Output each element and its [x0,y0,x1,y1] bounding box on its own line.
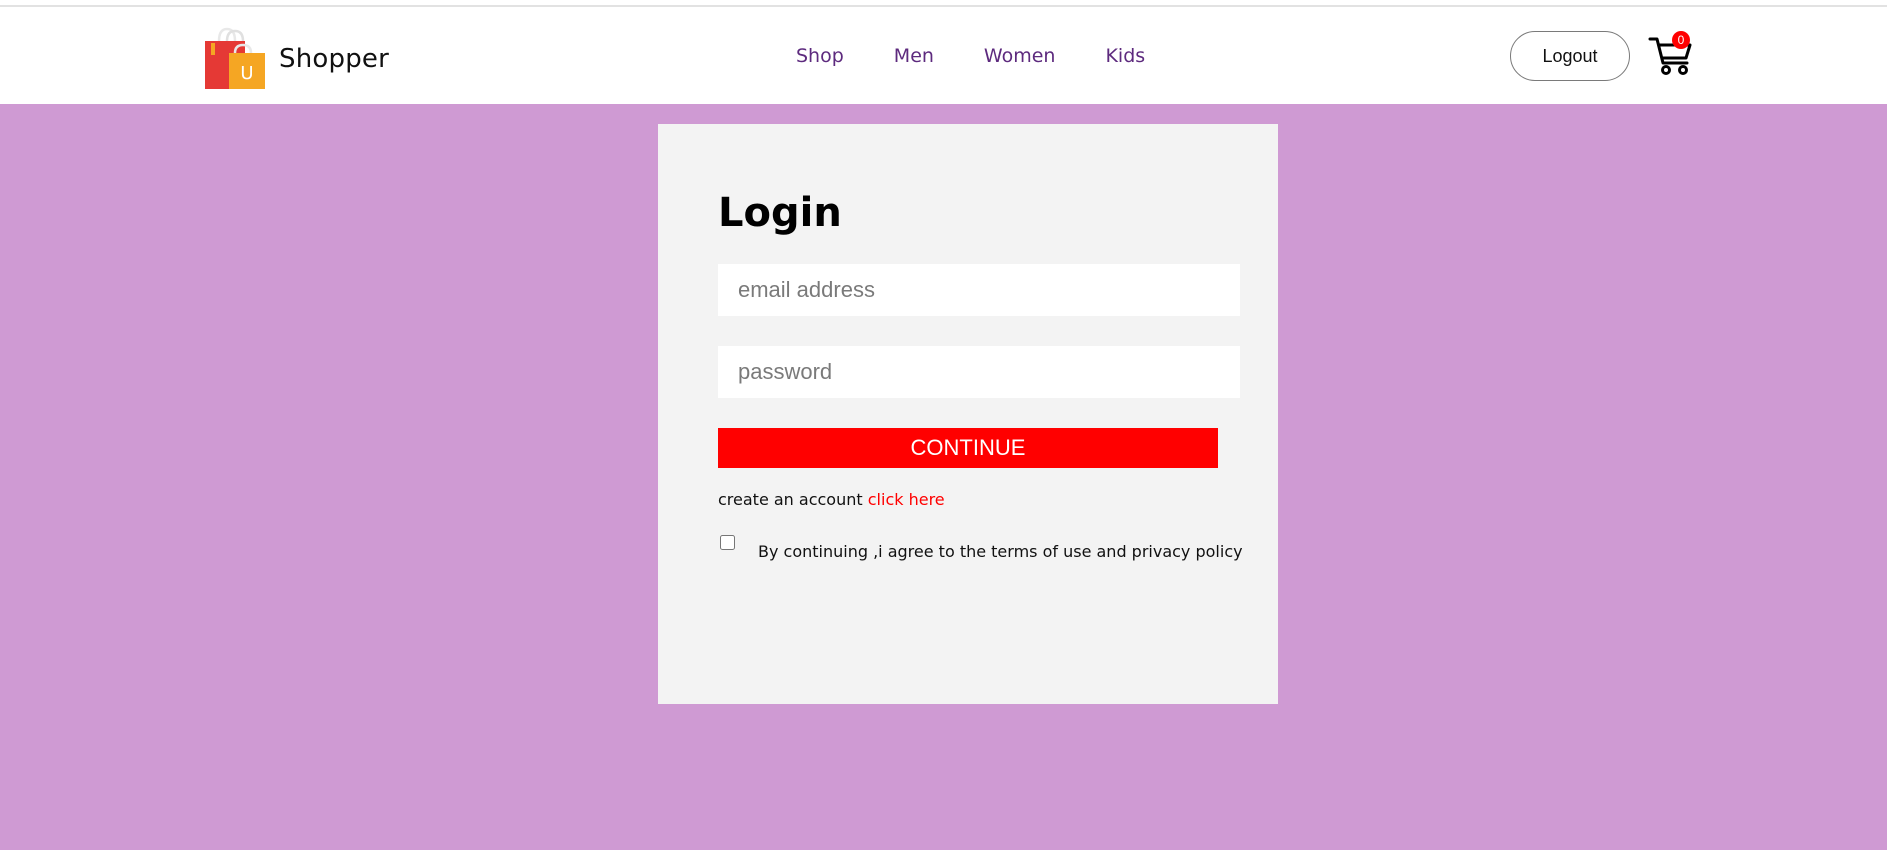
shopping-bag-icon: U [205,27,265,89]
cart-button[interactable]: 0 [1648,31,1694,77]
signup-link[interactable]: click here [868,490,945,509]
login-card: Login CONTINUE create an account click h… [658,124,1278,704]
signup-text: create an account [718,490,863,509]
password-field[interactable] [718,346,1240,398]
cart-count-badge: 0 [1672,31,1690,49]
continue-button[interactable]: CONTINUE [718,428,1218,468]
brand-name: Shopper [279,44,389,74]
menu-item-men: Men [894,45,934,67]
menu-item-kids: Kids [1105,45,1145,67]
email-field[interactable] [718,264,1240,316]
login-page: Login CONTINUE create an account click h… [0,104,1887,850]
menu-link-women[interactable]: Women [984,45,1056,67]
signup-prompt: create an account click here [718,490,945,509]
login-title: Login [718,190,842,236]
menu-link-shop[interactable]: Shop [796,45,844,67]
brand-logo[interactable]: U Shopper [205,27,389,91]
terms-checkbox[interactable] [720,535,735,550]
menu-item-women: Women [984,45,1056,67]
main-menu: Shop Men Women Kids [796,45,1195,67]
menu-item-shop: Shop [796,45,844,67]
menu-link-men[interactable]: Men [894,45,934,67]
navbar: U Shopper Shop Men Women Kids Logout 0 [0,7,1887,104]
terms-label: By continuing ,i agree to the terms of u… [758,542,1243,561]
menu-link-kids[interactable]: Kids [1105,45,1145,67]
svg-text:U: U [240,63,253,84]
logout-button[interactable]: Logout [1510,31,1630,81]
